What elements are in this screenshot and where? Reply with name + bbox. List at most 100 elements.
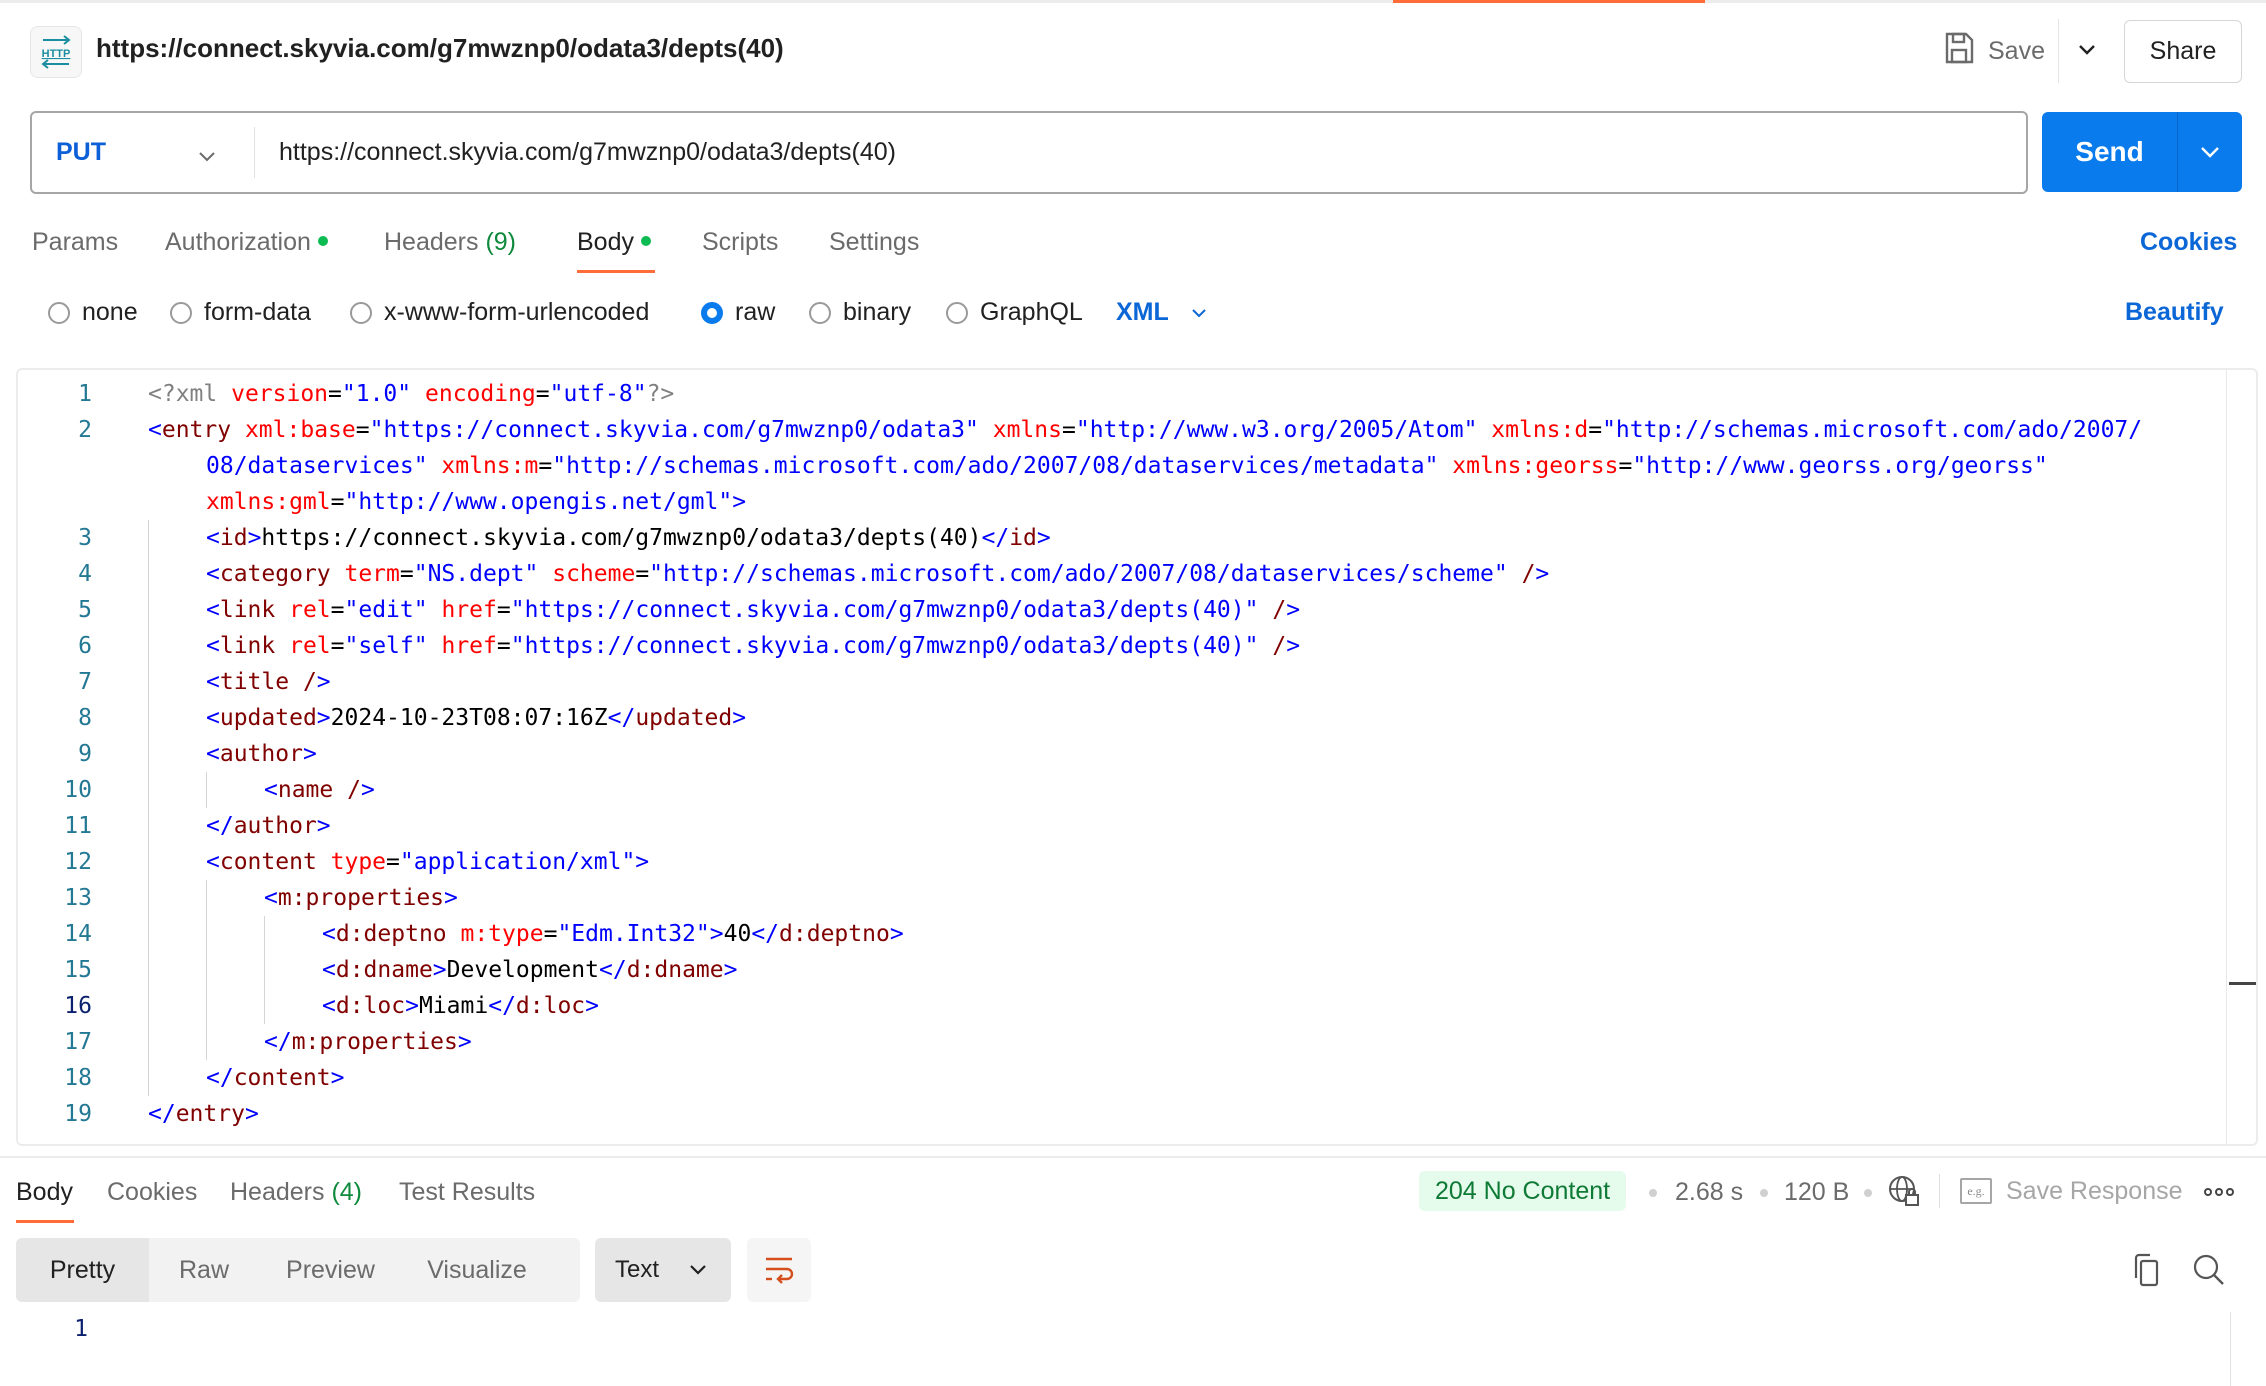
response-tab-headers[interactable]: Headers (4): [230, 1178, 362, 1207]
code-line[interactable]: 6 <link rel="self" href="https://connect.…: [18, 628, 2228, 664]
code-line[interactable]: 9 <author>: [18, 736, 2228, 772]
radio-circle: [946, 301, 968, 324]
save-options-dropdown[interactable]: [2072, 33, 2102, 67]
code-line[interactable]: 1 <?xml version="1.0" encoding="utf-8"?>: [18, 376, 2228, 412]
radio-binary[interactable]: binary: [809, 298, 911, 327]
token-tag: id: [219, 525, 248, 551]
code-line[interactable]: 8 <updated>2024-10-23T08:07:16Z</updated>: [18, 700, 2228, 736]
response-body-viewer[interactable]: 1: [0, 1312, 2266, 1386]
code-line[interactable]: 16 <d:loc>Miami</d:loc>: [18, 988, 2228, 1024]
line-number: 9: [78, 741, 92, 767]
response-size[interactable]: 120 B: [1784, 1178, 1849, 1207]
code-line[interactable]: 19 </entry>: [18, 1096, 2228, 1132]
response-format-select[interactable]: Text: [595, 1238, 731, 1302]
share-button[interactable]: Share: [2124, 20, 2242, 83]
token-txt: 2024-10-23T08:07:16Z: [330, 705, 608, 731]
radio-none[interactable]: none: [48, 298, 138, 327]
radio-x-www-form-urlencoded[interactable]: x-www-form-urlencoded: [350, 298, 649, 327]
code-line[interactable]: 13 <m:properties>: [18, 880, 2228, 916]
token-attr: m:type: [460, 921, 544, 947]
line-number: 6: [78, 633, 92, 659]
code-line[interactable]: 18 </content>: [18, 1060, 2228, 1096]
tab-params[interactable]: Params: [32, 228, 118, 257]
token-txt: Development: [446, 957, 599, 983]
tab-body[interactable]: Body: [577, 228, 651, 257]
pane-divider[interactable]: [0, 1156, 2266, 1158]
divider: [2058, 19, 2059, 83]
request-title[interactable]: https://connect.skyvia.com/g7mwznp0/odat…: [96, 33, 784, 64]
method-select[interactable]: PUT: [32, 113, 254, 192]
token-attr: version: [231, 381, 329, 407]
response-scrollbar[interactable]: [2230, 1312, 2231, 1386]
more-options-icon[interactable]: [2202, 1180, 2236, 1204]
indent-guide: [148, 556, 149, 592]
network-globe-lock-icon[interactable]: [1887, 1174, 1921, 1208]
token-br: >: [723, 957, 738, 983]
url-input[interactable]: [279, 113, 1999, 192]
copy-icon[interactable]: [2128, 1252, 2164, 1288]
code-line[interactable]: 14 <d:deptno m:type="Edm.Int32">40</d:dep…: [18, 916, 2228, 952]
code-line[interactable]: 08/dataservices" xmlns:m="http://schemas…: [18, 448, 2228, 484]
request-body-editor[interactable]: 1 <?xml version="1.0" encoding="utf-8"?> 2…: [16, 368, 2258, 1146]
code-line[interactable]: 12 <content type="application/xml">: [18, 844, 2228, 880]
code-line[interactable]: 15 <d:dname>Development</d:dname>: [18, 952, 2228, 988]
code-line[interactable]: 10 <name />: [18, 772, 2228, 808]
send-options-dropdown[interactable]: [2178, 112, 2242, 192]
save-button[interactable]: Save: [1944, 31, 2045, 71]
status-badge[interactable]: 204 No Content: [1419, 1171, 1627, 1211]
view-raw[interactable]: Raw: [149, 1238, 259, 1302]
response-tab-cookies[interactable]: Cookies: [107, 1178, 197, 1207]
token-val: 08/dataservices": [206, 453, 428, 479]
radio-form-data[interactable]: form-data: [170, 298, 311, 327]
token-br: </: [488, 993, 516, 1019]
token-tag: link: [219, 597, 290, 623]
cookies-link[interactable]: Cookies: [2140, 228, 2237, 257]
response-tab-body[interactable]: Body: [16, 1178, 73, 1207]
response-tab-test-results[interactable]: Test Results: [399, 1178, 535, 1207]
code-line[interactable]: 11 </author>: [18, 808, 2228, 844]
tab-scripts[interactable]: Scripts: [702, 228, 778, 257]
save-response-button[interactable]: e.g. Save Response: [1960, 1174, 2183, 1208]
code-line[interactable]: 17 </m:properties>: [18, 1024, 2228, 1060]
code-line[interactable]: 4 <category term="NS.dept" scheme="http:/…: [18, 556, 2228, 592]
response-time[interactable]: 2.68 s: [1675, 1178, 1743, 1207]
token-tag: d:dname: [335, 957, 433, 983]
format-label: Text: [615, 1256, 660, 1283]
radio-graphql[interactable]: GraphQL: [946, 298, 1083, 327]
code-line[interactable]: 3 <id>https://connect.skyvia.com/g7mwznp0…: [18, 520, 2228, 556]
token-br: <: [322, 957, 336, 983]
code-line[interactable]: 2 <entry xml:base="https://connect.skyvia…: [18, 412, 2228, 448]
view-preview[interactable]: Preview: [259, 1238, 402, 1302]
token-br: >: [432, 957, 447, 983]
tab-settings[interactable]: Settings: [829, 228, 919, 257]
token-eq: =: [330, 489, 345, 515]
beautify-button[interactable]: Beautify: [2125, 298, 2224, 327]
tab-label: Body: [577, 228, 634, 256]
token-tag: d:loc: [335, 993, 406, 1019]
view-visualize[interactable]: Visualize: [402, 1238, 552, 1302]
code-line[interactable]: xmlns:gml="http://www.opengis.net/gml">: [18, 484, 2228, 520]
code-lines[interactable]: 1 <?xml version="1.0" encoding="utf-8"?> 2…: [18, 376, 2228, 1132]
editor-scrollbar[interactable]: [2226, 370, 2256, 1144]
search-icon[interactable]: [2191, 1252, 2227, 1288]
language-select[interactable]: XML: [1116, 298, 1207, 327]
view-pretty[interactable]: Pretty: [16, 1238, 149, 1302]
line-number: 18: [64, 1065, 92, 1091]
token-val: "NS.dept": [413, 561, 539, 587]
wrap-lines-button[interactable]: [747, 1238, 811, 1302]
radio-raw[interactable]: raw: [701, 298, 775, 327]
token-pi: ?>: [646, 381, 675, 407]
send-button[interactable]: Send: [2042, 112, 2177, 192]
tab-label: Headers: [230, 1178, 325, 1206]
token-attr: xmlns:d: [1491, 417, 1589, 443]
tab-authorization[interactable]: Authorization: [165, 228, 328, 257]
tab-headers[interactable]: Headers (9): [384, 228, 516, 257]
code-line[interactable]: 5 <link rel="edit" href="https://connect.…: [18, 592, 2228, 628]
code-line[interactable]: 7 <title />: [18, 664, 2228, 700]
